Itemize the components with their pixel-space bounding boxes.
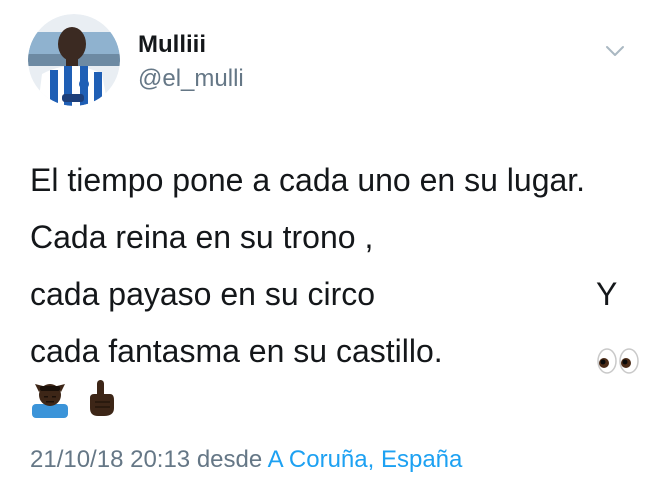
location-link[interactable]: A Coruña, España <box>268 446 463 473</box>
tweet-line-2: Cada reina en su trono , <box>30 209 630 266</box>
user-handle[interactable]: @el_mulli <box>138 65 244 93</box>
tweet-line-3-text: cada payaso en su circo <box>30 276 376 312</box>
source-word: desde <box>196 446 263 473</box>
index-pointing-up-emoji <box>90 380 115 416</box>
display-name[interactable]: Mulliii <box>138 31 244 59</box>
emoji-row <box>30 378 128 422</box>
avatar-image <box>28 14 120 106</box>
chevron-down-icon[interactable] <box>604 40 626 62</box>
tweet-text: El tiempo pone a cada uno en su lugar. C… <box>30 152 639 380</box>
tweet-line-4: cada fantasma en su castillo. <box>30 323 639 380</box>
tweet-line-1: El tiempo pone a cada uno en su lugar. <box>30 152 630 209</box>
tweet-line-4-text: cada fantasma en su castillo. <box>30 333 443 369</box>
man-raising-hand-emoji <box>32 384 68 418</box>
tweet-line-2-text: Cada reina en su trono , <box>30 219 374 255</box>
tweet-line-3-suffix: Y <box>596 276 618 312</box>
tweet-header: Mulliii @el_mulli <box>28 14 628 110</box>
timestamp[interactable]: 21/10/18 20:13 <box>30 446 190 473</box>
avatar[interactable] <box>28 14 120 106</box>
tweet-meta: 21/10/18 20:13 desde A Coruña, España <box>30 446 462 474</box>
tweet-card: Mulliii @el_mulli El tiempo pone a cada … <box>0 0 650 487</box>
eyes-emoji <box>596 337 640 374</box>
user-names: Mulliii @el_mulli <box>138 31 244 93</box>
tweet-line-1-text: El tiempo pone a cada uno en su lugar. <box>30 162 586 198</box>
tweet-line-3: cada payaso en su circo Y <box>30 266 630 323</box>
